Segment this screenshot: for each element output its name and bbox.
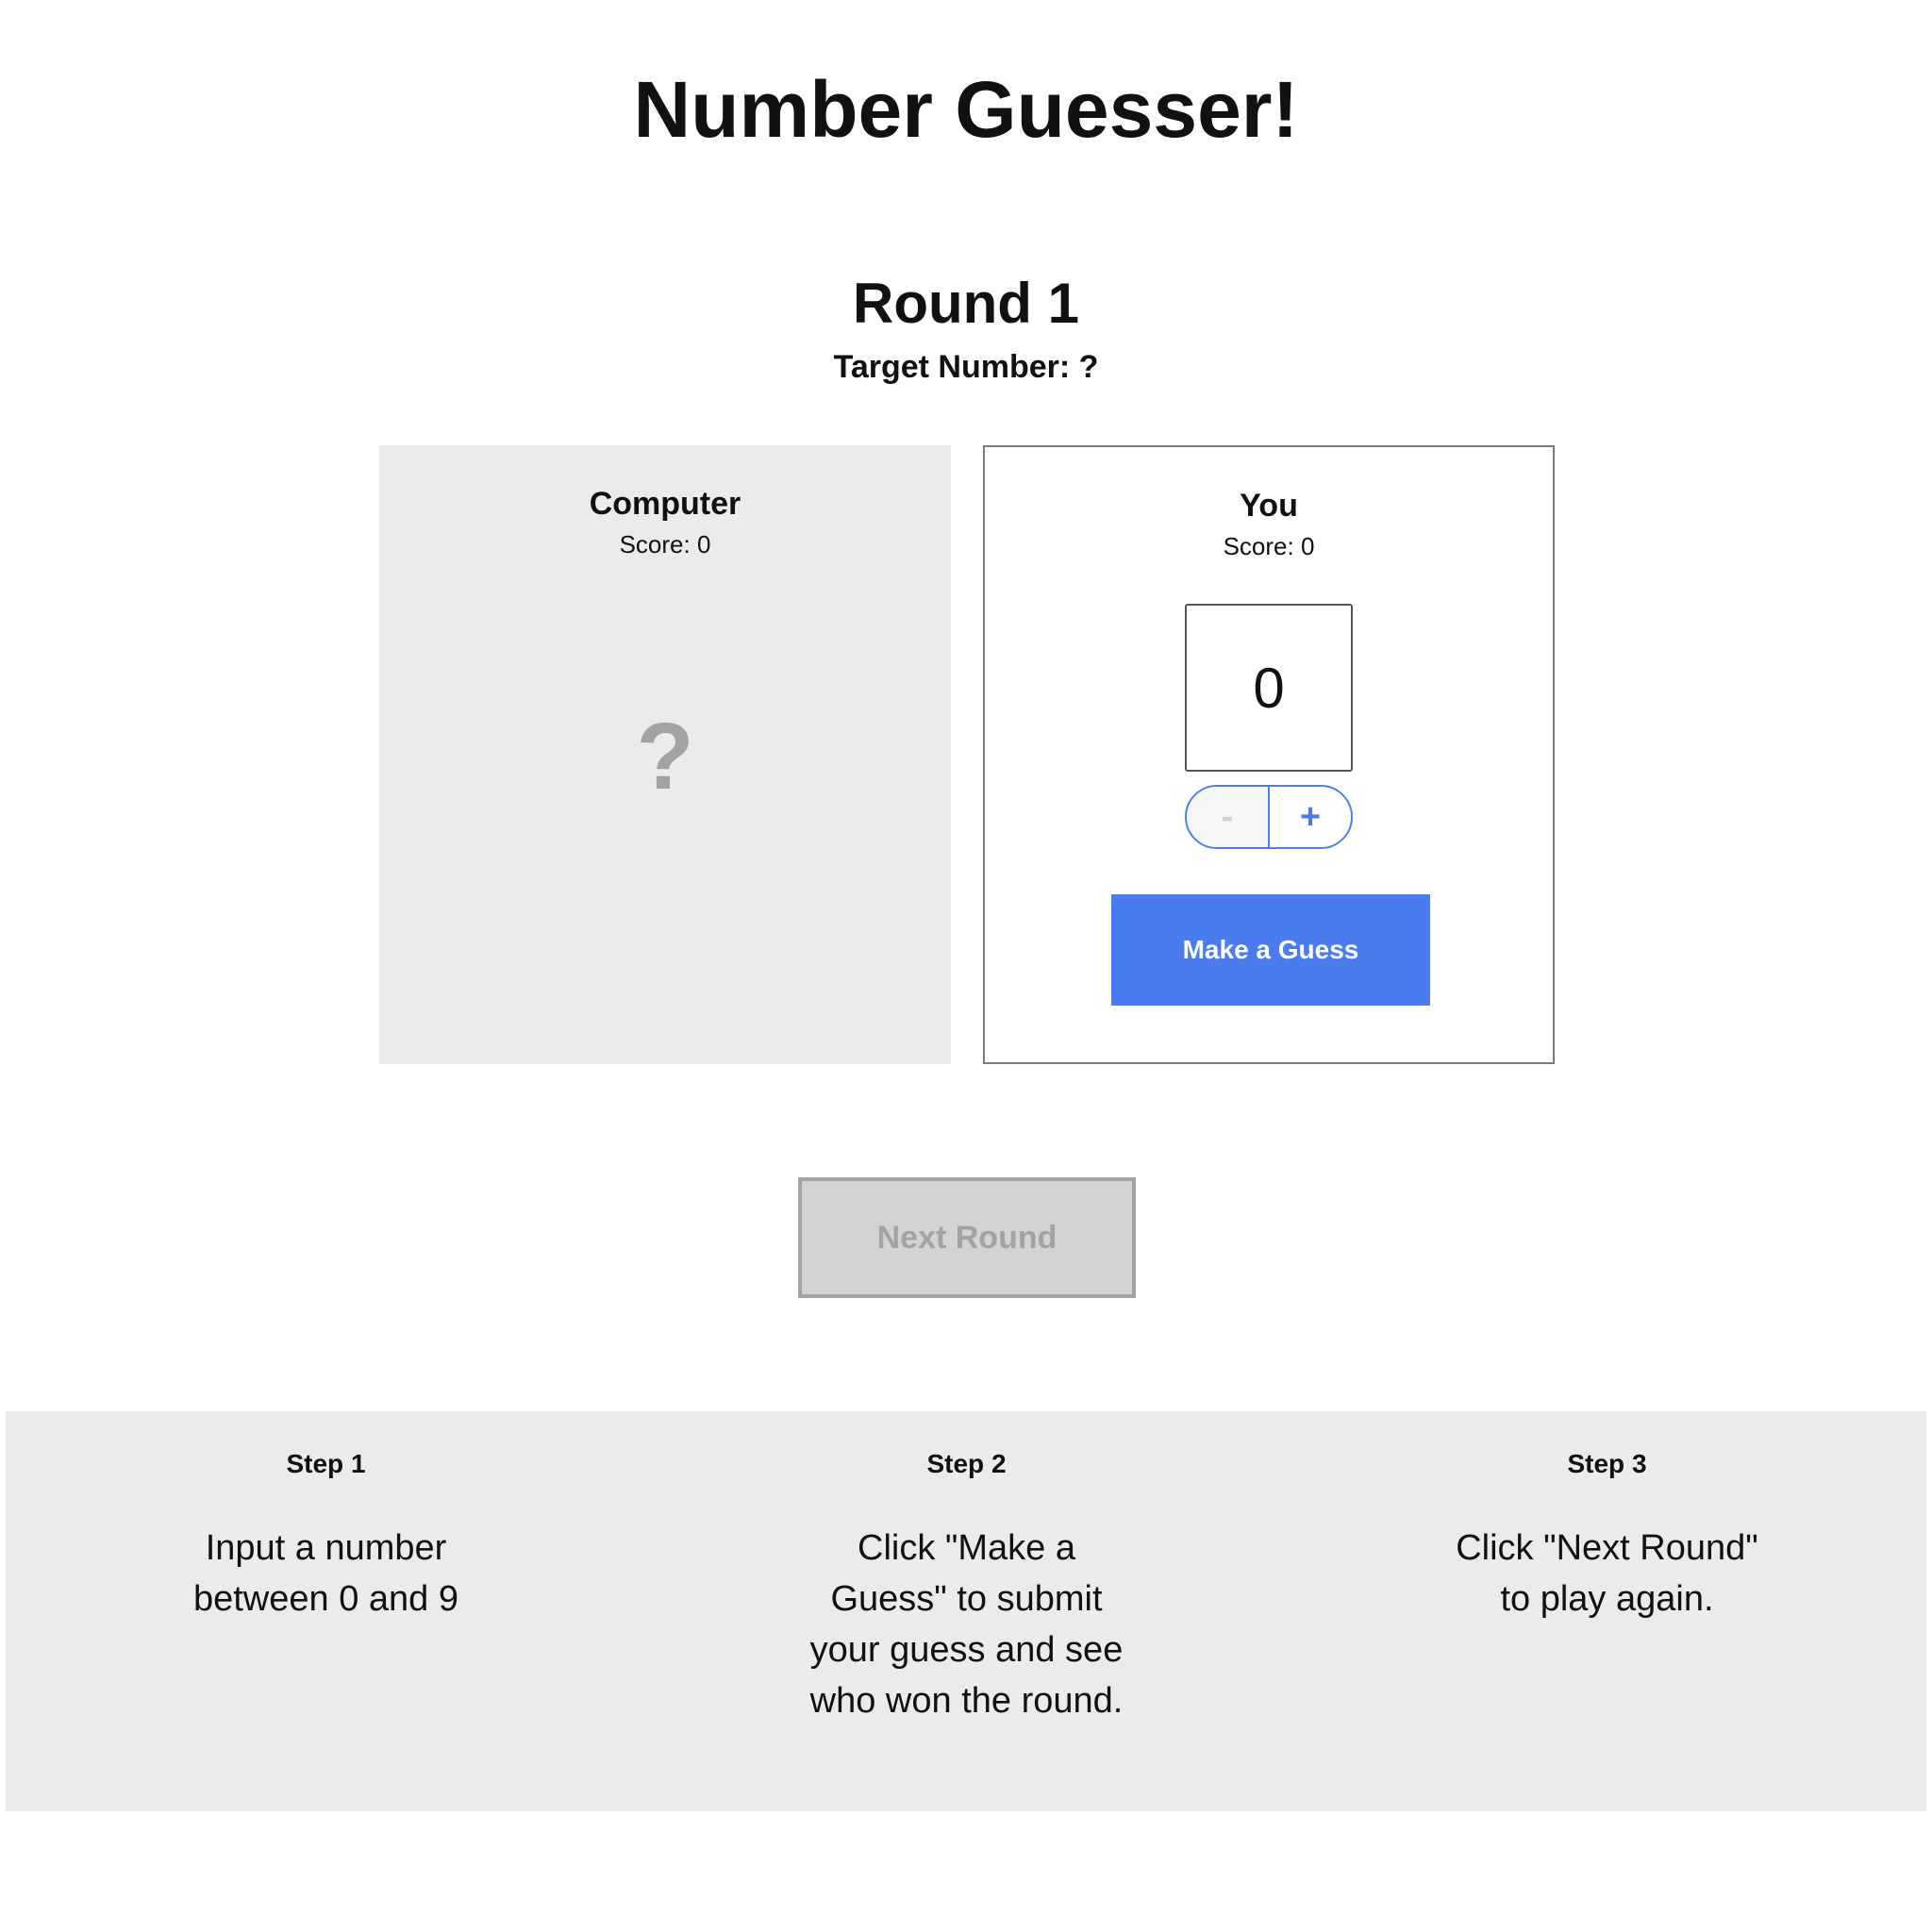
player-name: You (1240, 488, 1298, 524)
decrease-button[interactable]: - (1187, 787, 1270, 847)
step-3: Step 3 Click "Next Round" to play again. (1287, 1411, 1927, 1624)
instructions-section: Step 1 Input a number between 0 and 9 St… (6, 1411, 1926, 1811)
step-title: Step 3 (1567, 1449, 1647, 1478)
step-2: Step 2 Click "Make a Guess" to submit yo… (646, 1411, 1287, 1726)
step-title: Step 2 (926, 1449, 1007, 1478)
make-guess-button[interactable]: Make a Guess (1111, 894, 1430, 1006)
step-text: Click "Next Round" to play again. (1456, 1528, 1758, 1619)
computer-name: Computer (589, 486, 741, 522)
player-score: Score: 0 (1223, 532, 1315, 560)
round-title: Round 1 (853, 272, 1079, 335)
guess-input[interactable] (1185, 604, 1353, 772)
step-title: Step 1 (286, 1449, 366, 1478)
next-round-button[interactable]: Next Round (798, 1177, 1136, 1298)
player-panel: You Score: 0 - + Make a Guess (983, 445, 1555, 1064)
step-text: Input a number between 0 and 9 (192, 1528, 458, 1619)
step-1: Step 1 Input a number between 0 and 9 (6, 1411, 646, 1624)
computer-guess: ? (636, 704, 694, 809)
step-text: Click "Make a Guess" to submit your gues… (809, 1528, 1124, 1721)
computer-score: Score: 0 (619, 530, 711, 558)
computer-panel: Computer Score: 0 ? (379, 445, 951, 1064)
guess-stepper: - + (1185, 785, 1353, 849)
page-title: Number Guesser! (633, 65, 1299, 154)
increase-button[interactable]: + (1270, 787, 1351, 847)
target-number: Target Number: ? (833, 349, 1099, 385)
